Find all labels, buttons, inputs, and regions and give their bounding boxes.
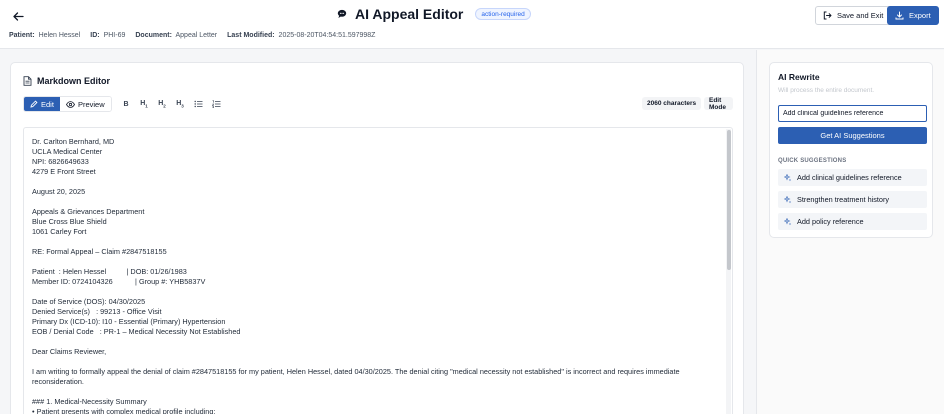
bullet-list-button[interactable]: [193, 98, 203, 110]
sparkle-icon: [784, 217, 792, 225]
export-label: Export: [909, 11, 931, 20]
back-button[interactable]: [10, 9, 26, 23]
arrow-left-icon: [12, 11, 24, 21]
editor-line: Dr. Carlton Bernhard, MD: [32, 137, 115, 146]
markdown-editor-card: Markdown Editor Edit Preview B H1 H2 H3: [10, 62, 744, 414]
markdown-textarea[interactable]: Dr. Carlton Bernhard, MD UCLA Medical Cen…: [23, 127, 733, 414]
title-group: AI Appeal Editor action-required: [336, 6, 531, 22]
editor-line: ### 1. Medical-Necessity Summary: [32, 397, 147, 406]
ai-rewrite-card: AI Rewrite Will process the entire docum…: [769, 62, 933, 238]
heading2-icon: H2: [158, 99, 166, 109]
editor-line: RE: Formal Appeal – Claim #2847518155: [32, 247, 167, 256]
editor-text[interactable]: Dr. Carlton Bernhard, MD UCLA Medical Cen…: [32, 137, 722, 414]
eye-icon: [65, 100, 75, 108]
heading3-button[interactable]: H3: [175, 98, 185, 110]
quick-suggestion-item[interactable]: Add clinical guidelines reference: [778, 169, 927, 186]
editor-line: • Patient presents with complex medical …: [32, 407, 216, 414]
editor-line: Dear Claims Reviewer,: [32, 347, 107, 356]
ai-rewrite-subtitle: Will process the entire document.: [778, 87, 875, 94]
edit-tab[interactable]: Edit: [24, 97, 60, 111]
bold-button[interactable]: B: [121, 98, 131, 110]
meta-patient: Patient: Helen Hessel: [9, 32, 81, 39]
editor-line: I am writing to formally appeal the deni…: [32, 367, 680, 376]
exit-icon: [823, 11, 832, 20]
character-count: 2060 characters: [642, 97, 702, 110]
editor-line: 4279 E Front Street: [32, 167, 96, 176]
export-button[interactable]: Export: [887, 6, 939, 25]
numbered-list-button[interactable]: [211, 98, 221, 110]
get-ai-suggestions-button[interactable]: Get AI Suggestions: [778, 127, 927, 144]
editor-toolbar: Edit Preview B H1 H2 H3 2060 characters …: [23, 96, 733, 112]
preview-tab[interactable]: Preview: [59, 97, 111, 111]
ai-prompt-input[interactable]: [778, 105, 927, 122]
quick-suggestions-label: QUICK SUGGESTIONS: [778, 158, 847, 164]
meta-last-modified: Last Modified: 2025-08-20T04:54:51.59799…: [227, 32, 376, 39]
heading2-button[interactable]: H2: [157, 98, 167, 110]
editor-line: Date of Service (DOS): 04/30/2025: [32, 297, 146, 306]
sparkle-icon: [784, 195, 792, 203]
document-icon: [23, 76, 32, 86]
editor-line: EOB / Denial Code : PR-1 – Medical Neces…: [32, 327, 241, 336]
top-header: AI Appeal Editor action-required Save an…: [0, 0, 944, 49]
mode-toggle: Edit Preview: [23, 96, 112, 112]
heading1-icon: H1: [140, 99, 148, 109]
quick-suggestion-item[interactable]: Strengthen treatment history: [778, 191, 927, 208]
editor-line: 1061 Carley Fort: [32, 227, 87, 236]
format-buttons: B H1 H2 H3: [121, 98, 221, 110]
page-title: AI Appeal Editor: [355, 6, 464, 22]
speech-bubble-icon: [336, 9, 347, 20]
editor-line: Member ID: 0724104326 | Group #: YHB5837…: [32, 277, 206, 286]
download-icon: [895, 11, 904, 20]
save-and-exit-button[interactable]: Save and Exit: [815, 6, 892, 25]
right-panel: AI Rewrite Will process the entire docum…: [756, 50, 944, 414]
editor-line: NPI: 6826649633: [32, 157, 89, 166]
document-meta: Patient: Helen Hessel ID: PHI-69 Documen…: [9, 32, 375, 39]
editor-line: August 20, 2025: [32, 187, 86, 196]
editor-title: Markdown Editor: [23, 76, 110, 86]
status-badge: action-required: [475, 8, 531, 20]
bullet-list-icon: [194, 100, 202, 108]
edit-mode-badge: Edit Mode: [704, 97, 733, 111]
editor-line: Denied Service(s) : 99213 - Office Visit: [32, 307, 162, 316]
editor-line: UCLA Medical Center: [32, 147, 103, 156]
editor-line: Primary Dx (ICD-10): I10 - Essential (Pr…: [32, 317, 226, 326]
meta-document: Document: Appeal Letter: [135, 32, 218, 39]
numbered-list-icon: [211, 100, 220, 108]
ai-rewrite-title: AI Rewrite: [778, 72, 820, 82]
scrollbar-thumb[interactable]: [727, 130, 731, 270]
editor-line: Appeals & Grievances Department: [32, 207, 145, 216]
editor-line: reconsideration.: [32, 377, 84, 386]
heading3-icon: H3: [176, 99, 184, 109]
heading1-button[interactable]: H1: [139, 98, 149, 110]
pencil-icon: [30, 100, 38, 108]
editor-line: Blue Cross Blue Shield: [32, 217, 107, 226]
sparkle-icon: [784, 173, 792, 181]
editor-line: Patient : Helen Hessel | DOB: 01/26/1983: [32, 267, 187, 276]
quick-suggestion-item[interactable]: Add policy reference: [778, 213, 927, 230]
meta-id: ID: PHI-69: [90, 32, 126, 39]
save-and-exit-label: Save and Exit: [837, 11, 884, 20]
